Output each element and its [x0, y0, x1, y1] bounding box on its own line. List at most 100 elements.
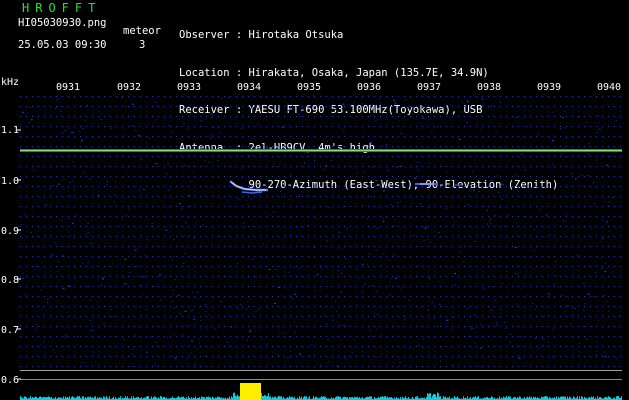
- noise-dot: [66, 312, 68, 313]
- noise-dot: [281, 125, 283, 127]
- grid-dot: [278, 106, 279, 107]
- noise-dot: [462, 102, 463, 104]
- grid-dot: [74, 206, 75, 207]
- grid-dot: [344, 126, 345, 127]
- grid-dot: [458, 126, 459, 127]
- grid-dot: [536, 326, 537, 327]
- grid-dot: [152, 106, 153, 107]
- grid-dot: [230, 196, 231, 197]
- noise-dot: [569, 323, 572, 325]
- noise-dot: [71, 180, 74, 182]
- grid-dot: [194, 136, 195, 137]
- noise-dot: [380, 334, 382, 335]
- grid-dot: [152, 356, 153, 357]
- grid-dot: [104, 306, 105, 307]
- noise-dot: [307, 191, 310, 193]
- noise-dot: [54, 108, 57, 110]
- grid-dot: [434, 296, 435, 297]
- grid-dot: [128, 236, 129, 237]
- grid-dot: [44, 176, 45, 177]
- grid-dot: [272, 146, 273, 147]
- spectrum-bin: [208, 396, 209, 400]
- spectrum-bin: [506, 396, 507, 400]
- noise-dot: [517, 331, 519, 333]
- grid-dot: [128, 206, 129, 207]
- grid-dot: [434, 216, 435, 217]
- grid-dot: [38, 366, 39, 367]
- grid-dot: [266, 326, 267, 327]
- grid-dot: [302, 156, 303, 157]
- noise-dot: [421, 123, 423, 125]
- grid-dot: [602, 226, 603, 227]
- grid-dot: [338, 266, 339, 267]
- grid-dot: [572, 126, 573, 127]
- grid-dot: [488, 326, 489, 327]
- grid-dot: [518, 216, 519, 217]
- grid-dot: [212, 316, 213, 317]
- spectrum-bin: [369, 396, 370, 400]
- grid-dot: [104, 166, 105, 167]
- grid-dot: [404, 186, 405, 187]
- grid-dot: [590, 186, 591, 187]
- grid-dot: [602, 126, 603, 127]
- grid-dot: [602, 196, 603, 197]
- grid-dot: [422, 236, 423, 237]
- grid-dot: [554, 246, 555, 247]
- grid-dot: [440, 256, 441, 257]
- grid-dot: [356, 116, 357, 117]
- noise-dot: [509, 333, 512, 335]
- grid-dot: [50, 296, 51, 297]
- noise-dot: [349, 184, 351, 186]
- grid-dot: [326, 296, 327, 297]
- noise-dot: [314, 217, 316, 219]
- grid-dot: [26, 206, 27, 207]
- grid-dot: [80, 266, 81, 267]
- grid-dot: [164, 266, 165, 267]
- noise-dot: [480, 324, 481, 326]
- grid-dot: [212, 266, 213, 267]
- grid-dot: [368, 286, 369, 287]
- grid-dot: [146, 96, 147, 97]
- grid-dot: [410, 206, 411, 207]
- noise-dot: [304, 162, 306, 164]
- grid-dot: [374, 176, 375, 177]
- grid-dot: [488, 266, 489, 267]
- grid-dot: [86, 106, 87, 107]
- grid-dot: [398, 186, 399, 187]
- grid-dot: [392, 166, 393, 167]
- grid-dot: [398, 276, 399, 277]
- noise-dot: [342, 131, 345, 133]
- grid-dot: [98, 96, 99, 97]
- grid-dot: [224, 196, 225, 197]
- spectrum-bin: [40, 396, 41, 400]
- grid-dot: [194, 326, 195, 327]
- grid-dot: [458, 366, 459, 367]
- noise-dot: [74, 278, 76, 280]
- grid-dot: [62, 136, 63, 137]
- grid-dot: [218, 196, 219, 197]
- noise-dot: [172, 355, 175, 357]
- grid-dot: [170, 136, 171, 137]
- grid-dot: [248, 286, 249, 287]
- noise-dot: [280, 250, 282, 251]
- grid-dot: [416, 226, 417, 227]
- noise-dot: [81, 361, 84, 363]
- grid-dot: [620, 296, 621, 297]
- noise-dot: [132, 124, 134, 126]
- grid-dot: [170, 316, 171, 317]
- grid-dot: [272, 306, 273, 307]
- grid-dot: [566, 276, 567, 277]
- grid-dot: [206, 96, 207, 97]
- grid-dot: [122, 126, 123, 127]
- grid-dot: [596, 96, 597, 97]
- grid-dot: [92, 156, 93, 157]
- spectrum-bin: [491, 396, 492, 400]
- grid-dot: [26, 246, 27, 247]
- grid-dot: [530, 206, 531, 207]
- noise-dot: [39, 289, 42, 291]
- grid-dot: [566, 136, 567, 137]
- grid-dot: [212, 296, 213, 297]
- grid-dot: [308, 366, 309, 367]
- noise-dot: [551, 140, 554, 141]
- grid-dot: [488, 206, 489, 207]
